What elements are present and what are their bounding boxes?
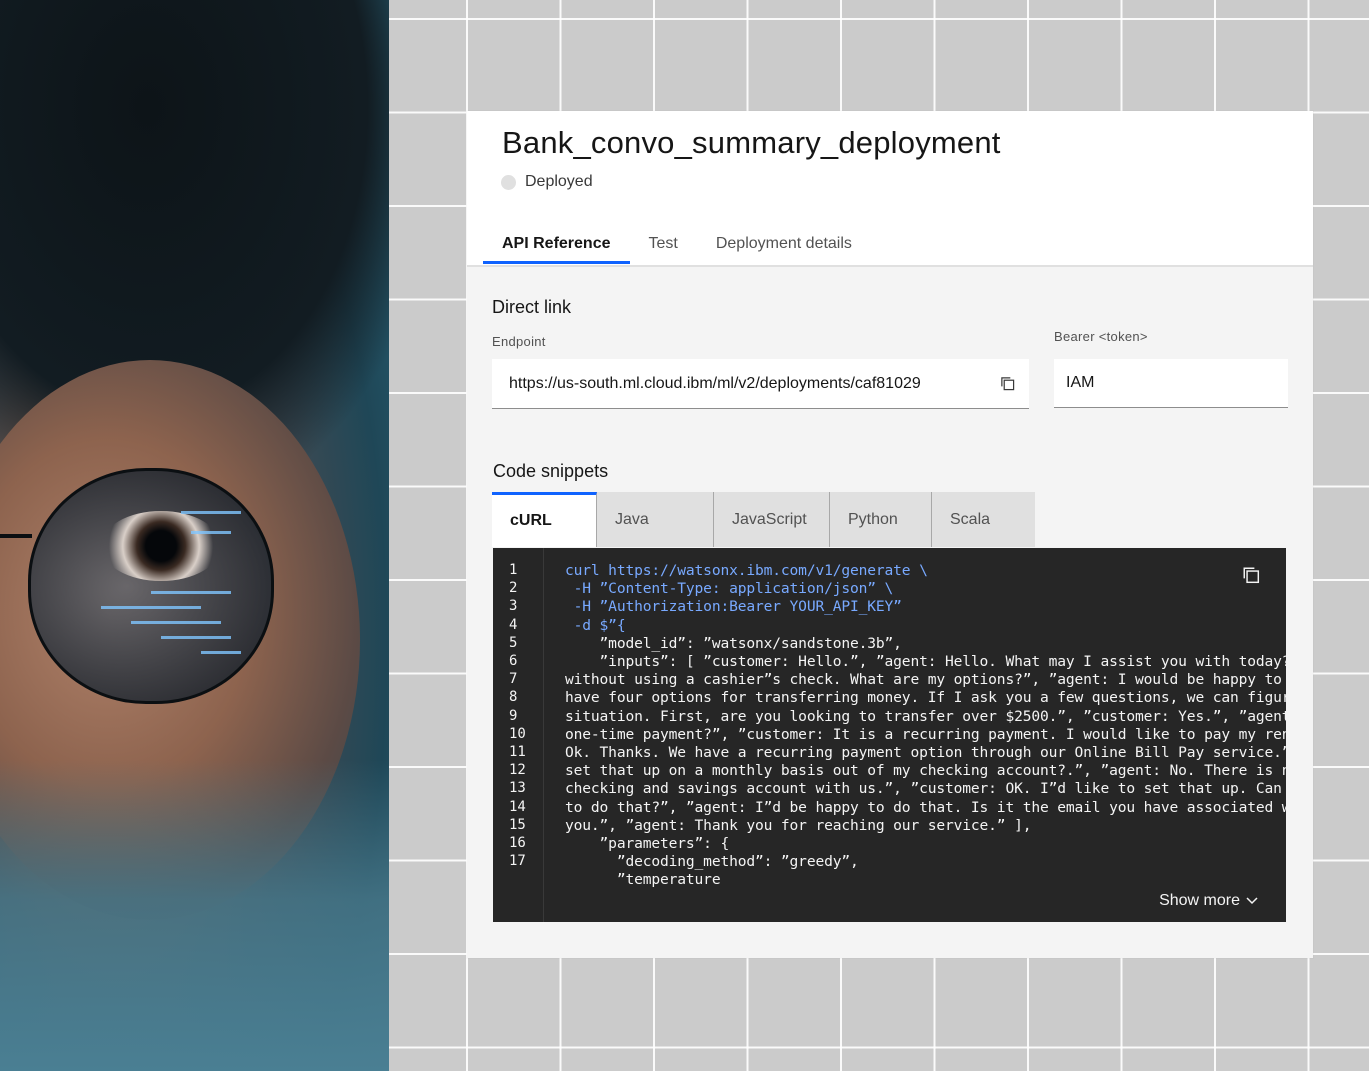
code-line: -d $”{ (565, 616, 626, 634)
bearer-field[interactable]: IAM (1054, 359, 1288, 408)
copy-icon[interactable] (1242, 566, 1260, 589)
line-number: 3 (509, 598, 518, 615)
show-more-button[interactable]: Show more (1159, 892, 1258, 910)
code-line: ”model_id”: ”watsonx/sandstone.3b”, (565, 634, 902, 652)
line-number: 11 (509, 744, 526, 760)
line-number: 8 (509, 689, 518, 706)
endpoint-field[interactable]: https://us-south.ml.cloud.ibm/ml/v2/depl… (492, 359, 1029, 409)
hero-photo (0, 0, 389, 1071)
code-line: to do that?”, ”agent: I”d be happy to do… (565, 798, 1286, 816)
code-line: curl https://watsonx.ibm.com/v1/generate… (565, 562, 928, 579)
reflection-line (151, 591, 231, 594)
tab-scala[interactable]: Scala (932, 492, 1035, 547)
line-number: 15 (509, 816, 526, 833)
code-line: you.”, ”agent: Thank you for reaching ou… (565, 816, 1032, 834)
code-snippets-heading: Code snippets (493, 461, 609, 481)
photo-eye (101, 511, 221, 581)
show-more-label: Show more (1159, 892, 1240, 909)
tab-api-reference[interactable]: API Reference (483, 226, 630, 264)
tab-deployment-details[interactable]: Deployment details (697, 226, 871, 264)
status-dot-icon (501, 174, 516, 190)
bearer-label: Bearer <token> (1054, 329, 1148, 344)
code-line: -H ”Content-Type: application/json” \ (565, 580, 894, 598)
reflection-line (181, 511, 241, 514)
bearer-value: IAM (1066, 374, 1095, 391)
line-number: 2 (509, 580, 518, 597)
code-line: ”temperature (565, 871, 721, 889)
tab-javascript[interactable]: JavaScript (714, 492, 830, 547)
line-number: 5 (509, 634, 518, 651)
tab-test[interactable]: Test (630, 226, 697, 264)
code-line: set that up on a monthly basis out of my… (565, 762, 1286, 780)
line-number: 10 (509, 725, 526, 742)
endpoint-value: https://us-south.ml.cloud.ibm/ml/v2/depl… (509, 374, 921, 392)
card-header: Bank_convo_summary_deployment Deployed A… (467, 111, 1313, 267)
page-title: Bank_convo_summary_deployment (502, 125, 1001, 160)
line-number: 1 (509, 562, 518, 578)
direct-link-heading: Direct link (492, 297, 572, 317)
chevron-down-icon (1246, 892, 1258, 910)
line-number: 7 (509, 671, 518, 688)
endpoint-label: Endpoint (492, 334, 546, 349)
code-line: without using a cashier”s check. What ar… (565, 671, 1282, 689)
copy-icon[interactable] (1000, 376, 1015, 396)
code-line: ”decoding_method”: ”greedy”, (565, 853, 859, 871)
deployment-card: Bank_convo_summary_deployment Deployed A… (467, 111, 1313, 958)
reflection-line (201, 651, 241, 654)
deployment-status: Deployed (501, 173, 593, 191)
deployment-tabs: API Reference Test Deployment details (483, 226, 871, 264)
code-line: checking and savings account with us.”, … (565, 780, 1282, 798)
reflection-line (131, 621, 221, 624)
tab-python[interactable]: Python (830, 492, 932, 547)
glasses-bridge (0, 534, 32, 538)
code-line: Ok. Thanks. We have a recurring payment … (565, 744, 1286, 761)
code-line: situation. First, are you looking to tra… (565, 707, 1286, 725)
code-line: ”parameters”: { (565, 835, 730, 852)
status-label: Deployed (525, 173, 593, 190)
code-line: -H ”Authorization:Bearer YOUR_API_KEY” (565, 598, 902, 616)
code-line: have four options for transferring money… (565, 689, 1286, 707)
line-number-gutter: 1 2 3 4 5 6 7 8 9 10 11 12 13 14 15 16 17 (493, 548, 544, 922)
line-number: 4 (509, 616, 518, 633)
tab-java[interactable]: Java (597, 492, 714, 547)
reflection-line (161, 636, 231, 639)
code-line: ”inputs”: [ ”customer: Hello.”, ”agent: … (565, 653, 1286, 670)
line-number: 12 (509, 762, 526, 779)
code-block[interactable]: 1 2 3 4 5 6 7 8 9 10 11 12 13 14 15 16 17 curl https://w… (493, 548, 1286, 922)
glasses-lens (28, 468, 274, 704)
code-line: one-time payment?”, ”customer: It is a r… (565, 725, 1286, 743)
line-number: 13 (509, 780, 526, 797)
photo-fog (0, 760, 389, 1071)
line-number: 14 (509, 798, 526, 815)
line-number: 9 (509, 707, 518, 724)
tab-curl[interactable]: cURL (492, 492, 597, 547)
line-number: 6 (509, 653, 518, 669)
reflection-line (101, 606, 201, 609)
reflection-line (191, 531, 231, 534)
line-number: 17 (509, 853, 526, 870)
line-number: 16 (509, 835, 526, 851)
code-language-tabs: cURL Java JavaScript Python Scala (492, 492, 1035, 547)
